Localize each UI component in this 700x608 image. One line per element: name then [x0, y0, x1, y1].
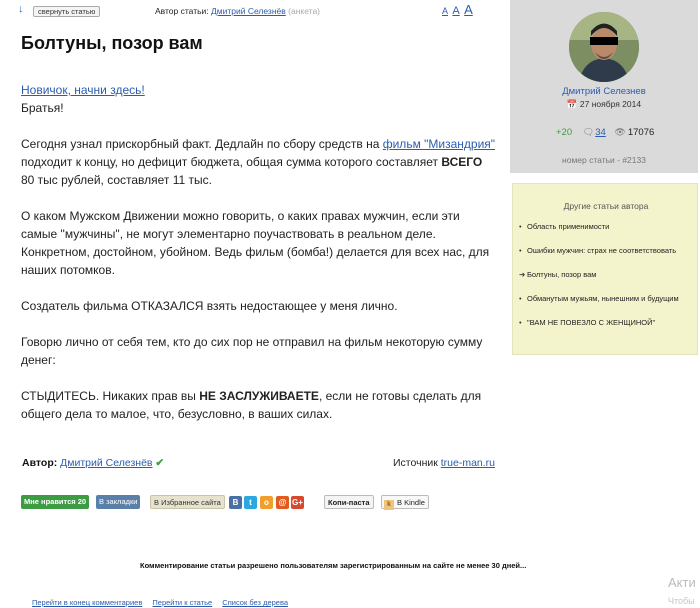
paragraph-2: О каком Мужском Движении можно говорить,…: [21, 209, 490, 277]
kindle-button[interactable]: kВ Kindle: [381, 495, 429, 510]
footer-author: Автор: Дмитрий Селезнёв ✔: [22, 457, 164, 469]
odnoklassniki-share-icon[interactable]: о: [260, 496, 273, 509]
footer-author-label: Автор:: [22, 457, 58, 469]
other-articles-list: • Область применимости • Ошибки мужчин: ст…: [519, 223, 695, 343]
author-prefix: Автор статьи:: [155, 6, 209, 16]
googleplus-share-icon[interactable]: G+: [291, 496, 304, 509]
author-card: Дмитрий Селезнев 📅 27 ноября 2014 +20 🗨3…: [510, 0, 698, 173]
twitter-share-icon[interactable]: t: [244, 496, 257, 509]
list-item[interactable]: • Область применимости: [519, 223, 695, 247]
views-count: 17076: [627, 127, 655, 138]
author-link[interactable]: Дмитрий Селезнёв: [211, 6, 286, 16]
other-articles-title: Другие статьи автора: [563, 201, 649, 211]
paragraph-4: Говорю лично от себя тем, кто до сих пор…: [21, 335, 483, 367]
vk-share-icon[interactable]: В: [229, 496, 242, 509]
source-link[interactable]: true-man.ru: [441, 457, 495, 469]
arrow-down-icon[interactable]: ↓: [18, 3, 24, 15]
paragraph-3: Создатель фильма ОТКАЗАЛСЯ взять недоста…: [21, 299, 398, 313]
font-size-medium[interactable]: A: [452, 5, 459, 17]
comments-icon: 🗨: [582, 127, 595, 137]
list-item[interactable]: • "ВАМ НЕ ПОВЕЗЛО С ЖЕНЩИНОЙ": [519, 319, 695, 343]
list-item[interactable]: • Ошибки мужчин: страх не соответствовать: [519, 247, 695, 271]
article-body: Новичок, начни здесь! Братья! Сегодня уз…: [21, 81, 496, 423]
source-label: Источник: [393, 457, 438, 469]
bookmarks-button[interactable]: В закладки: [96, 495, 141, 509]
rating-value: +20: [556, 127, 573, 138]
footer-author-link[interactable]: Дмитрий Селезнёв: [60, 457, 152, 469]
collapse-article-button[interactable]: свернуть статью: [33, 6, 101, 17]
mailru-share-icon[interactable]: @: [276, 496, 289, 509]
list-item-current: ➔ Болтуны, позор вам: [519, 270, 597, 279]
list-item[interactable]: • Обманутым мужьям, нынешним и будущим: [519, 295, 695, 319]
source: Источник true-man.ru: [393, 457, 495, 469]
greeting: Братья!: [21, 101, 64, 115]
goto-article-link[interactable]: Перейти к статье: [152, 598, 212, 607]
comment-note: Комментирование статьи разрешено пользов…: [140, 561, 527, 570]
font-size-large[interactable]: A: [464, 2, 473, 17]
activation-watermark-sub: Чтобы: [668, 596, 695, 606]
goto-comments-end-link[interactable]: Перейти в конец комментариев: [32, 598, 142, 607]
author-line: Автор статьи: Дмитрий Селезнёв (анкета): [155, 6, 320, 16]
article-stats: +20 🗨34 👁 17076: [556, 127, 654, 138]
article-number: номер статьи - #2133: [562, 155, 646, 165]
copy-paste-button[interactable]: Копи-паста: [324, 495, 374, 509]
font-size-controls: A A A: [442, 2, 475, 17]
sidebar-author-name[interactable]: Дмитрий Селезнев: [510, 86, 698, 97]
flat-list-link[interactable]: Список без дерева: [222, 598, 288, 607]
favorites-button[interactable]: В Избранное сайта: [150, 495, 225, 509]
views-icon: 👁: [614, 127, 626, 137]
like-button[interactable]: Мне нравится 20: [21, 495, 90, 509]
kindle-icon: k: [384, 500, 394, 510]
paragraph-1: Сегодня узнал прискорбный факт. Дедлайн …: [21, 137, 496, 187]
author-profile-link[interactable]: (анкета): [288, 6, 320, 16]
avatar[interactable]: [569, 12, 639, 82]
newcomer-link[interactable]: Новичок, начни здесь!: [21, 83, 145, 97]
article-title: Болтуны, позор вам: [21, 33, 203, 53]
activation-watermark: Акти: [668, 575, 696, 590]
article-toolbar: ↓ свернуть статью Автор статьи: Дмитрий …: [0, 0, 505, 20]
other-articles-panel: Другие статьи автора • Область применимос…: [512, 183, 698, 355]
font-size-small[interactable]: A: [442, 6, 448, 16]
sidebar-date: 📅 27 ноября 2014: [566, 99, 642, 109]
film-link[interactable]: фильм "Мизандрия": [383, 137, 495, 151]
paragraph-5: СТЫДИТЕСЬ. Никаких прав вы НЕ ЗАСЛУЖИВАЕ…: [21, 389, 482, 421]
comments-count[interactable]: 34: [595, 127, 606, 138]
avatar-photo: [569, 12, 639, 82]
bottom-links: Перейти в конец комментариев Перейти к с…: [32, 598, 296, 607]
verified-check-icon: ✔: [155, 457, 165, 469]
calendar-icon: 📅: [566, 99, 578, 109]
